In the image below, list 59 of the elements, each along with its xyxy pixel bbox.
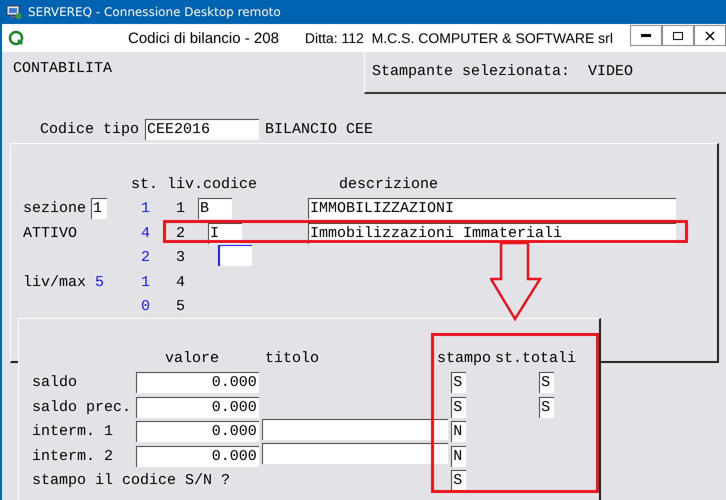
max-level-value: 5: [95, 274, 104, 291]
level-number: 4: [176, 274, 186, 291]
print-flag-field[interactable]: S: [451, 372, 466, 394]
section-name: ATTIVO: [23, 224, 78, 242]
code-type-label: Codice tipo: [40, 120, 140, 138]
minimize-button[interactable]: [630, 25, 662, 46]
window-title: SERVEREQ - Connessione Desktop remoto: [28, 5, 281, 19]
level-number: 3: [176, 249, 186, 266]
question-label: stampo il codice S/N ?: [31, 472, 232, 490]
title-field[interactable]: [262, 418, 448, 440]
module-name: CONTABILITA: [13, 60, 112, 78]
monitor-icon: [6, 4, 22, 20]
company-name: Ditta: 112 M.C.S. COMPUTER & SOFTWARE srl: [304, 30, 613, 46]
minimize-icon: [641, 34, 651, 37]
column-header: st.: [131, 176, 160, 193]
section-field[interactable]: 1: [91, 198, 108, 220]
status-value: 2: [141, 249, 150, 266]
status-value: 0: [141, 298, 150, 316]
row-label: saldo: [32, 374, 78, 392]
totals-flag-field[interactable]: S: [539, 396, 554, 418]
code-field[interactable]: [218, 244, 252, 266]
print-flag-field[interactable]: S: [451, 396, 466, 418]
level-number: 1: [176, 200, 186, 218]
code-type-description: BILANCIO CEE: [265, 120, 374, 138]
close-button[interactable]: [694, 25, 726, 46]
description-field[interactable]: IMMOBILIZZAZIONI: [308, 198, 676, 220]
status-value: 1: [141, 200, 150, 218]
totals-flag-field[interactable]: S: [539, 372, 554, 394]
row-label: interm. 2: [32, 448, 114, 465]
printer-value: VIDEO: [588, 63, 634, 80]
column-header: liv.codice: [167, 176, 258, 193]
column-header: descrizione: [338, 176, 440, 193]
app-title: Codici di bilancio - 208: [128, 30, 279, 46]
status-value: 1: [141, 274, 150, 291]
title-field[interactable]: [262, 443, 448, 464]
row-label: interm. 1: [32, 423, 114, 440]
printer-label: Stampante selezionata:: [372, 63, 570, 80]
value-field[interactable]: 0.000: [136, 372, 259, 394]
level-number: 2: [176, 224, 186, 242]
code-field[interactable]: B: [198, 198, 232, 220]
app-logo-icon: [8, 30, 24, 46]
max-level-label: liv/max: [23, 274, 86, 291]
code-type-field[interactable]: CEE2016: [145, 118, 260, 140]
value-field[interactable]: 0.000: [136, 446, 259, 467]
column-header: valore: [164, 350, 220, 367]
print-flag-field[interactable]: S: [451, 470, 466, 492]
maximize-icon: [672, 30, 684, 42]
value-field[interactable]: 0.000: [136, 396, 259, 418]
column-header: st.totali: [495, 350, 578, 367]
section-label: sezione: [23, 200, 86, 218]
level-number: 5: [176, 298, 186, 316]
status-value: 4: [141, 224, 150, 242]
print-flag-field[interactable]: N: [451, 446, 466, 467]
value-field[interactable]: 0.000: [136, 421, 259, 442]
maximize-button[interactable]: [662, 25, 694, 46]
row-label: saldo prec.: [32, 398, 132, 416]
print-flag-field[interactable]: N: [451, 421, 466, 442]
close-icon: [704, 30, 716, 42]
down-arrow-icon: [490, 242, 542, 321]
